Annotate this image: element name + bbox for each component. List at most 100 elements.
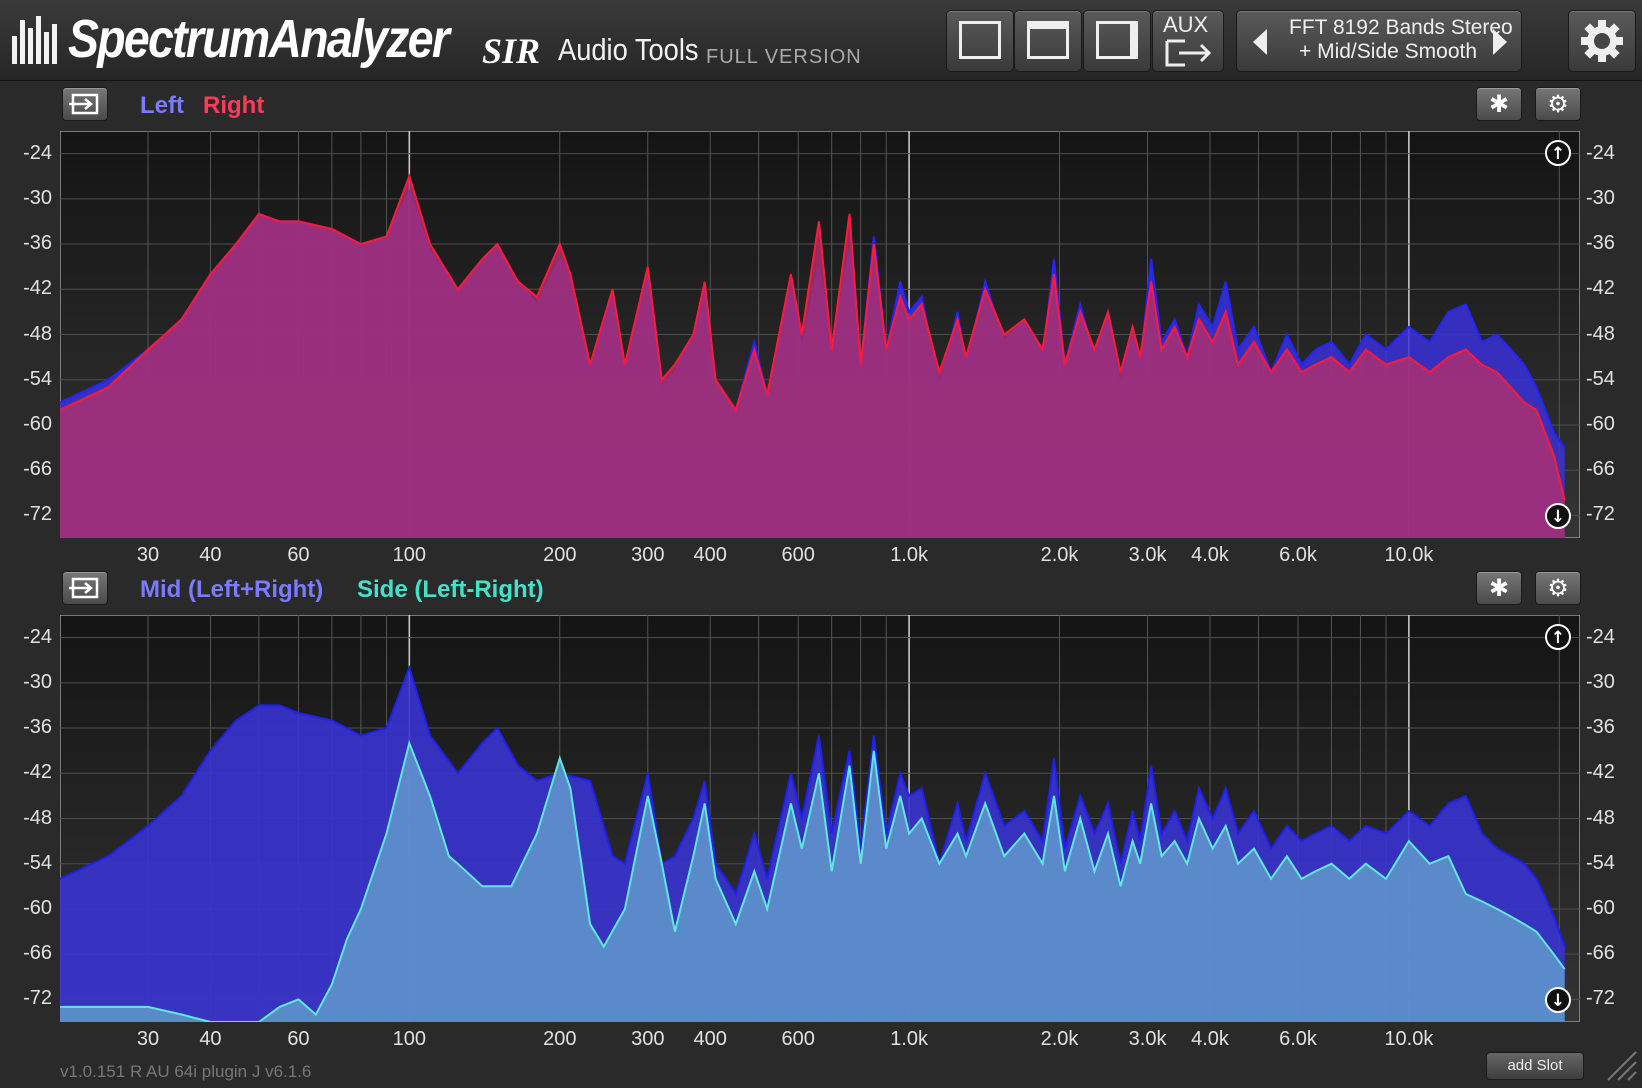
y-tick-label: -48 bbox=[1586, 806, 1615, 829]
x-tick-label: 1.0k bbox=[890, 544, 928, 566]
x-tick-label: 600 bbox=[781, 544, 815, 566]
x-tick-label: 100 bbox=[392, 544, 426, 566]
y-tick-label: -42 bbox=[1586, 761, 1615, 784]
resize-grip-icon[interactable] bbox=[1602, 1046, 1638, 1082]
x-tick-label: 40 bbox=[199, 544, 222, 566]
preset-display: FFT 8192 Bands Stereo + Mid/Side Smooth bbox=[1289, 16, 1515, 64]
y-tick-label: -66 bbox=[1586, 942, 1615, 965]
panel-1-toolbar: Left Right ✱ ⚙ bbox=[0, 82, 1642, 128]
brand-sir: SIR bbox=[482, 31, 541, 71]
scroll-down-icon[interactable]: ↓ bbox=[1545, 503, 1571, 529]
aux-output-button[interactable]: AUX bbox=[1152, 10, 1224, 72]
panel-2-input-button[interactable] bbox=[62, 571, 108, 605]
y-tick-label: -60 bbox=[23, 412, 52, 435]
brand-audio-tools: Audio Tools bbox=[558, 32, 699, 67]
legend-mid: Mid (Left+Right) bbox=[140, 576, 324, 603]
preset-line-2: + Mid/Side Smooth bbox=[1299, 40, 1478, 63]
app-title: SpectrumAnalyzer bbox=[68, 9, 450, 69]
y-tick-label: -30 bbox=[23, 670, 52, 693]
y-tick-label: -24 bbox=[23, 141, 52, 164]
y-tick-label: -36 bbox=[23, 716, 52, 739]
y-tick-label: -54 bbox=[1586, 851, 1615, 874]
asterisk-icon: ✱ bbox=[1488, 90, 1510, 118]
panel-2-settings-button[interactable]: ⚙ bbox=[1535, 571, 1581, 605]
gear-icon: ⚙ bbox=[1547, 90, 1569, 118]
y-tick-label: -60 bbox=[1586, 896, 1615, 919]
x-tick-label: 6.0k bbox=[1279, 1028, 1317, 1050]
y-tick-label: -48 bbox=[1586, 322, 1615, 345]
y-tick-label: -42 bbox=[23, 277, 52, 300]
y-tick-label: -24 bbox=[1586, 625, 1615, 648]
x-tick-label: 30 bbox=[136, 544, 160, 566]
prev-preset-icon[interactable] bbox=[1253, 29, 1267, 55]
x-tick-label: 100 bbox=[392, 1028, 426, 1050]
legend-side: Side (Left-Right) bbox=[357, 576, 544, 603]
x-tick-label: 200 bbox=[543, 544, 577, 566]
y-tick-label: -72 bbox=[1586, 987, 1615, 1010]
x-tick-label: 1.0k bbox=[890, 1028, 928, 1050]
y-tick-label: -72 bbox=[23, 987, 52, 1010]
y-tick-label: -24 bbox=[23, 625, 52, 648]
y-tick-label: -54 bbox=[1586, 367, 1615, 390]
preset-line-1: FFT 8192 Bands Stereo bbox=[1289, 16, 1513, 39]
aux-label: AUX bbox=[1163, 12, 1209, 37]
layout-side-button[interactable] bbox=[1083, 10, 1151, 72]
layout-stacked-button[interactable] bbox=[1014, 10, 1082, 72]
layout-stacked-icon bbox=[1027, 21, 1069, 59]
y-tick-label: -42 bbox=[23, 761, 52, 784]
version-label: v1.0.151 R AU 64i plugin J v6.1.6 bbox=[60, 1062, 312, 1081]
x-tick-label: 3.0k bbox=[1128, 1028, 1167, 1050]
aux-output-icon bbox=[1165, 39, 1212, 67]
preset-selector[interactable]: FFT 8192 Bands Stereo + Mid/Side Smooth bbox=[1236, 10, 1522, 72]
y-tick-label: -66 bbox=[23, 942, 52, 965]
y-tick-label: -30 bbox=[23, 186, 52, 209]
y-tick-label: -66 bbox=[23, 458, 52, 481]
scroll-down-icon[interactable]: ↓ bbox=[1545, 987, 1571, 1013]
panel-2-freeze-button[interactable]: ✱ bbox=[1476, 571, 1522, 605]
y-tick-label: -60 bbox=[1586, 412, 1615, 435]
panel-1-input-button[interactable] bbox=[62, 87, 108, 121]
scroll-up-icon[interactable]: ↑ bbox=[1545, 624, 1571, 650]
svg-text:↓: ↓ bbox=[1551, 991, 1565, 1011]
legend-left: Left bbox=[140, 92, 184, 119]
y-tick-label: -36 bbox=[1586, 716, 1615, 739]
x-tick-label: 60 bbox=[287, 1028, 310, 1050]
svg-text:↑: ↑ bbox=[1551, 628, 1565, 648]
x-tick-label: 300 bbox=[631, 544, 665, 566]
spectrum-plot-mid-side[interactable]: ↑ ↓ bbox=[60, 615, 1580, 1022]
y-tick-label: -30 bbox=[1586, 670, 1615, 693]
scroll-up-icon[interactable]: ↑ bbox=[1545, 140, 1571, 166]
legend-right: Right bbox=[203, 92, 265, 119]
layout-single-button[interactable] bbox=[946, 10, 1014, 72]
x-tick-label: 300 bbox=[631, 1028, 665, 1050]
x-tick-label: 3.0k bbox=[1128, 544, 1167, 566]
layout-side-icon bbox=[1096, 21, 1138, 59]
x-tick-label: 10.0k bbox=[1384, 1028, 1434, 1050]
y-tick-label: -54 bbox=[23, 851, 52, 874]
y-tick-label: -54 bbox=[23, 367, 52, 390]
edition-label: FULL VERSION bbox=[706, 46, 862, 68]
settings-button[interactable] bbox=[1568, 10, 1636, 72]
y-tick-label: -30 bbox=[1586, 186, 1615, 209]
gear-icon bbox=[1581, 20, 1623, 62]
spectrum-plot-left-right[interactable]: ↑ ↓ bbox=[60, 131, 1580, 538]
add-slot-button[interactable]: add Slot bbox=[1486, 1052, 1584, 1080]
panel-1-freeze-button[interactable]: ✱ bbox=[1476, 87, 1522, 121]
x-tick-label: 10.0k bbox=[1384, 544, 1434, 566]
y-tick-label: -36 bbox=[1586, 232, 1615, 255]
spectrum-svg: ↑↓ bbox=[60, 131, 1580, 538]
x-tick-label: 200 bbox=[543, 1028, 577, 1050]
x-tick-label: 400 bbox=[693, 544, 727, 566]
y-tick-label: -48 bbox=[23, 322, 52, 345]
y-tick-label: -72 bbox=[23, 503, 52, 526]
x-tick-label: 60 bbox=[287, 544, 310, 566]
x-tick-label: 2.0k bbox=[1040, 544, 1079, 566]
y-tick-label: -60 bbox=[23, 896, 52, 919]
y-tick-label: -42 bbox=[1586, 277, 1615, 300]
next-preset-icon[interactable] bbox=[1493, 29, 1507, 55]
bars-logo-icon bbox=[12, 16, 58, 64]
panel-1-settings-button[interactable]: ⚙ bbox=[1535, 87, 1581, 121]
svg-text:↓: ↓ bbox=[1551, 507, 1565, 527]
x-tick-label: 2.0k bbox=[1040, 1028, 1079, 1050]
input-select-icon bbox=[69, 577, 99, 599]
